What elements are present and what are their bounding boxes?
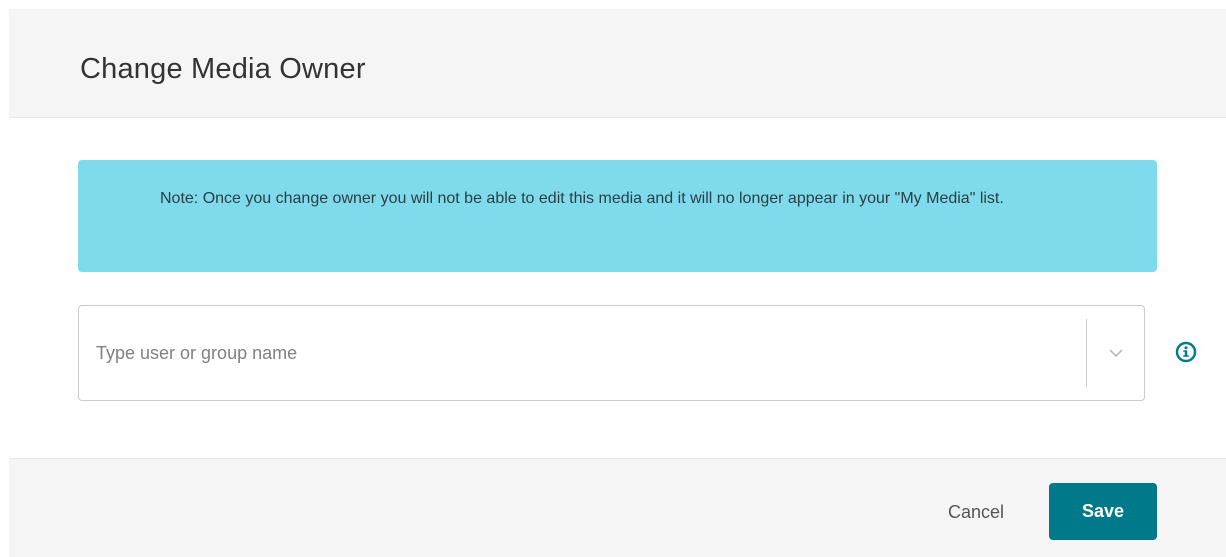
note-alert: Note: Once you change owner you will not…	[78, 160, 1157, 272]
note-text: Note: Once you change owner you will not…	[160, 190, 1004, 207]
cancel-button[interactable]: Cancel	[936, 484, 1016, 540]
change-owner-dialog: Change Media Owner Note: Once you change…	[0, 0, 1226, 557]
chevron-down-icon	[1108, 348, 1123, 357]
dropdown-toggle-button[interactable]	[1087, 307, 1144, 399]
dialog-footer: Cancel Save	[9, 458, 1226, 557]
info-icon[interactable]	[1175, 341, 1197, 363]
save-button[interactable]: Save	[1049, 483, 1157, 540]
dialog-header: Change Media Owner	[9, 9, 1226, 118]
dialog-title: Change Media Owner	[80, 53, 366, 85]
owner-search-input[interactable]	[80, 307, 1080, 399]
owner-select[interactable]	[78, 305, 1145, 401]
